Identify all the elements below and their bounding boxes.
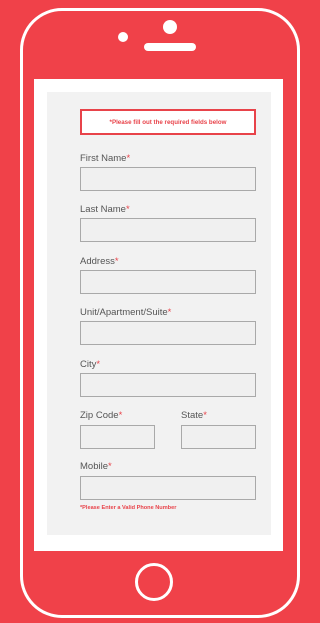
last-name-label: Last Name* — [80, 204, 130, 215]
unit-input[interactable] — [80, 321, 256, 345]
home-button-icon[interactable] — [135, 563, 173, 601]
state-label: State* — [181, 410, 207, 421]
address-input[interactable] — [80, 270, 256, 294]
city-input[interactable] — [80, 373, 256, 397]
first-name-label: First Name* — [80, 153, 131, 164]
mobile-input[interactable] — [80, 476, 256, 500]
city-label: City* — [80, 359, 101, 370]
signup-form: * Please fill out the required fields bel… — [47, 92, 271, 535]
mobile-label: Mobile* — [80, 461, 112, 472]
required-fields-alert: * Please fill out the required fields bel… — [80, 109, 256, 135]
speaker-dot-icon — [163, 20, 177, 34]
first-name-input[interactable] — [80, 167, 256, 191]
zip-code-label: Zip Code* — [80, 410, 123, 421]
mobile-error-message: *Please Enter a Valid Phone Number — [80, 505, 177, 511]
phone-screen: * Please fill out the required fields bel… — [34, 79, 283, 551]
speaker-icon — [144, 43, 196, 51]
last-name-input[interactable] — [80, 218, 256, 242]
alert-text: Please fill out the required fields belo… — [111, 118, 227, 126]
zip-code-input[interactable] — [80, 425, 155, 449]
unit-label: Unit/Apartment/Suite* — [80, 307, 172, 318]
camera-icon — [118, 32, 128, 42]
address-label: Address* — [80, 256, 119, 267]
state-input[interactable] — [181, 425, 256, 449]
